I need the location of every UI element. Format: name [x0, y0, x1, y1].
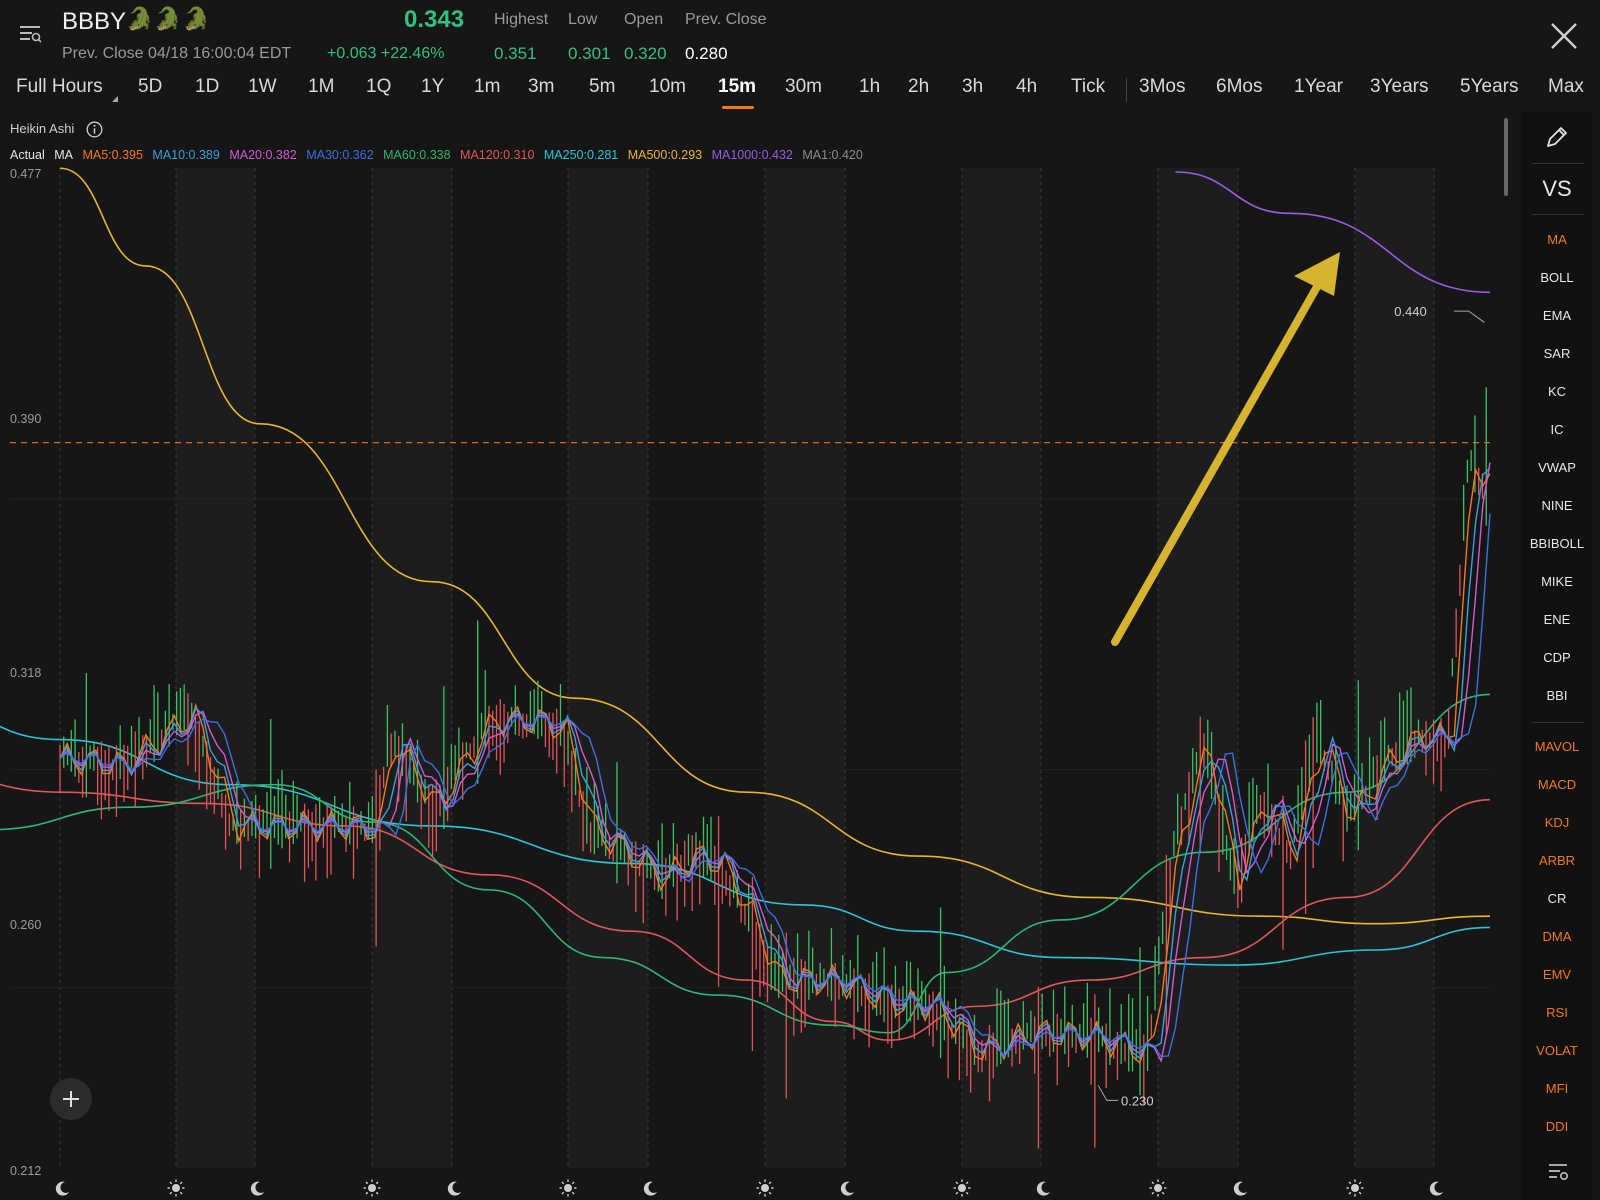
- sun-ray: [1161, 1191, 1165, 1195]
- sun-ray: [955, 1181, 959, 1185]
- indicator-mavol[interactable]: MAVOL: [1522, 739, 1592, 754]
- sun-ray: [758, 1191, 762, 1195]
- sun-ray: [179, 1191, 183, 1195]
- sun-ray: [1358, 1181, 1362, 1185]
- indicator-mfi[interactable]: MFI: [1522, 1081, 1592, 1096]
- sun-ray: [965, 1181, 969, 1185]
- indicator-ema[interactable]: EMA: [1522, 308, 1592, 323]
- indicator-mike[interactable]: MIKE: [1522, 574, 1592, 589]
- moon-icon: [1233, 1181, 1247, 1196]
- session-band: [1158, 168, 1238, 1168]
- indicator-settings-icon[interactable]: [1546, 1160, 1570, 1184]
- moon-icon: [447, 1181, 461, 1196]
- indicator-ic[interactable]: IC: [1522, 422, 1592, 437]
- moon-icon: [643, 1181, 657, 1196]
- price-chart[interactable]: 0.440 0.230: [0, 0, 1600, 1200]
- indicator-volat[interactable]: VOLAT: [1522, 1043, 1592, 1058]
- indicator-kc[interactable]: KC: [1522, 384, 1592, 399]
- moon-icon: [1036, 1181, 1050, 1196]
- session-band: [176, 168, 255, 1168]
- pencil-icon[interactable]: [1544, 124, 1570, 150]
- sun-icon: [172, 1184, 180, 1192]
- y-tick-label: 0.318: [10, 666, 42, 680]
- indicator-cr[interactable]: CR: [1522, 891, 1592, 906]
- indicator-ma[interactable]: MA: [1522, 232, 1592, 247]
- y-tick-label: 0.212: [10, 1164, 42, 1178]
- moon-icon: [1429, 1181, 1443, 1196]
- indicator-ddi[interactable]: DDI: [1522, 1119, 1592, 1134]
- low-price-label: 0.230: [1121, 1093, 1154, 1108]
- sun-ray: [561, 1181, 565, 1185]
- y-tick-label: 0.260: [10, 918, 42, 932]
- sun-ray: [561, 1191, 565, 1195]
- sun-ray: [768, 1181, 772, 1185]
- sun-ray: [365, 1191, 369, 1195]
- indicator-bbi[interactable]: BBI: [1522, 688, 1592, 703]
- panel-divider: [1532, 722, 1584, 723]
- chart-scrollbar[interactable]: [1504, 118, 1508, 196]
- sun-ray: [955, 1191, 959, 1195]
- indicator-bbiboll[interactable]: BBIBOLL: [1522, 536, 1592, 551]
- sun-ray: [169, 1181, 173, 1185]
- indicator-dma[interactable]: DMA: [1522, 929, 1592, 944]
- sun-ray: [365, 1181, 369, 1185]
- indicator-vwap[interactable]: VWAP: [1522, 460, 1592, 475]
- plus-icon: [63, 1091, 79, 1107]
- compare-vs-button[interactable]: VS: [1522, 176, 1592, 202]
- indicator-kdj[interactable]: KDJ: [1522, 815, 1592, 830]
- sun-icon: [761, 1184, 769, 1192]
- sun-ray: [375, 1181, 379, 1185]
- session-band: [568, 168, 648, 1168]
- sun-ray: [169, 1191, 173, 1195]
- indicator-rsi[interactable]: RSI: [1522, 1005, 1592, 1020]
- sun-ray: [758, 1181, 762, 1185]
- indicator-emv[interactable]: EMV: [1522, 967, 1592, 982]
- indicator-cdp[interactable]: CDP: [1522, 650, 1592, 665]
- sun-ray: [1348, 1191, 1352, 1195]
- moon-icon: [250, 1181, 264, 1196]
- add-button[interactable]: [50, 1078, 92, 1120]
- y-tick-label: 0.477: [10, 167, 42, 181]
- panel-divider: [1532, 163, 1584, 164]
- indicator-macd[interactable]: MACD: [1522, 777, 1592, 792]
- sun-icon: [958, 1184, 966, 1192]
- sun-icon: [1154, 1184, 1162, 1192]
- indicator-sar[interactable]: SAR: [1522, 346, 1592, 361]
- sun-ray: [375, 1191, 379, 1195]
- moon-icon: [55, 1181, 69, 1196]
- high-marker-line: [1454, 310, 1485, 323]
- indicator-boll[interactable]: BOLL: [1522, 270, 1592, 285]
- panel-divider: [1532, 214, 1584, 215]
- sun-ray: [1151, 1181, 1155, 1185]
- sun-ray: [768, 1191, 772, 1195]
- moon-icon: [840, 1181, 854, 1196]
- sun-ray: [965, 1191, 969, 1195]
- sun-ray: [571, 1181, 575, 1185]
- session-band: [372, 168, 452, 1168]
- sun-ray: [1151, 1191, 1155, 1195]
- sun-ray: [1348, 1181, 1352, 1185]
- low-marker-line: [1097, 1085, 1119, 1101]
- y-tick-label: 0.390: [10, 412, 42, 426]
- high-price-label: 0.440: [1394, 304, 1427, 319]
- sun-icon: [1351, 1184, 1359, 1192]
- indicator-ene[interactable]: ENE: [1522, 612, 1592, 627]
- sun-ray: [1161, 1181, 1165, 1185]
- indicator-arbr[interactable]: ARBR: [1522, 853, 1592, 868]
- sun-ray: [179, 1181, 183, 1185]
- indicator-nine[interactable]: NINE: [1522, 498, 1592, 513]
- sun-ray: [571, 1191, 575, 1195]
- sun-icon: [368, 1184, 376, 1192]
- sun-ray: [1358, 1191, 1362, 1195]
- sun-icon: [564, 1184, 572, 1192]
